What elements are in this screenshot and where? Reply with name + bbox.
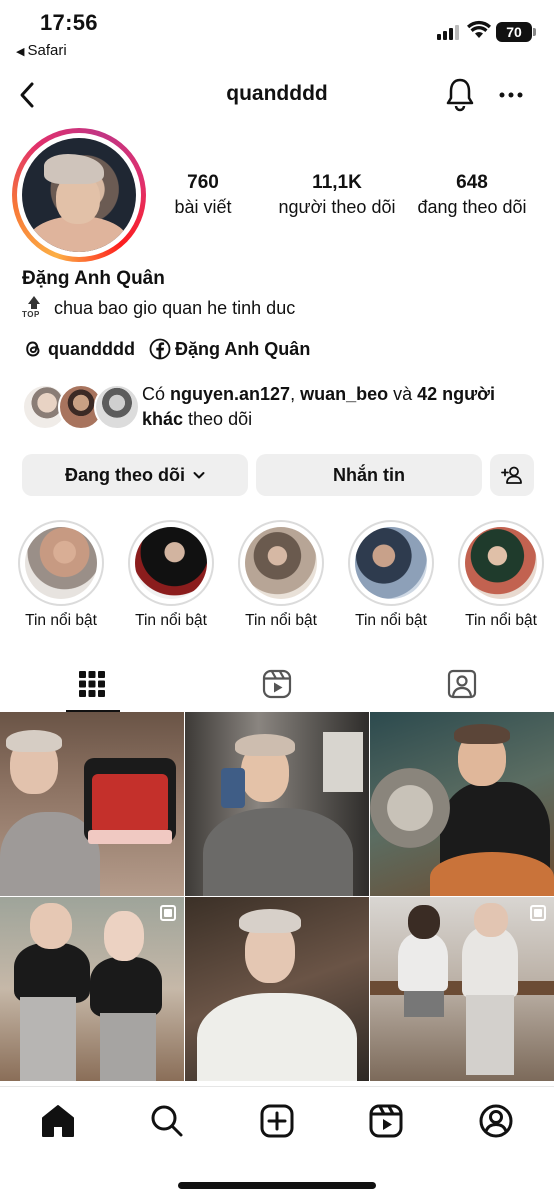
tab-tagged[interactable] (370, 656, 554, 712)
followed-by-text: Có nguyen.an127, wuan_beo và 42 người kh… (142, 384, 495, 429)
story-highlight[interactable]: Tin nổi bật (238, 520, 324, 630)
reels-icon (262, 669, 292, 699)
carousel-icon (530, 905, 546, 921)
top-badge-icon: TOP (22, 296, 46, 320)
followers-count: 11,1K (312, 172, 362, 193)
bio-text: chua bao gio quan he tinh duc (54, 297, 296, 318)
profile-header: quandddd (0, 70, 554, 120)
chevron-down-icon (193, 472, 205, 479)
highlight-label: Tin nổi bật (245, 612, 317, 629)
cellular-signal-icon (437, 24, 459, 40)
reels-icon[interactable] (366, 1101, 406, 1141)
status-time: 17:56 (40, 10, 98, 35)
post-thumbnail[interactable] (185, 712, 369, 896)
story-highlight[interactable]: Tin nổi bật (348, 520, 434, 630)
home-indicator (178, 1182, 376, 1189)
facebook-icon (149, 338, 171, 360)
grid-icon (79, 671, 105, 697)
carousel-icon (160, 905, 176, 921)
post-thumbnail[interactable] (370, 897, 554, 1081)
message-button-label: Nhắn tin (333, 464, 405, 485)
post-thumbnail[interactable] (0, 897, 184, 1081)
highlight-label: Tin nổi bật (135, 612, 207, 629)
search-icon[interactable] (147, 1101, 187, 1141)
more-options-icon[interactable] (496, 80, 526, 110)
suggested-users-button[interactable] (490, 454, 534, 496)
following-count: 648 (456, 172, 488, 193)
post-thumbnail[interactable] (0, 712, 184, 896)
back-to-app-link[interactable]: ◀ Safari (16, 42, 67, 59)
highlight-label: Tin nổi bật (25, 612, 97, 629)
status-bar: 17:56 ◀ Safari 70 (0, 0, 554, 66)
create-icon[interactable] (257, 1101, 297, 1141)
post-thumbnail[interactable] (370, 712, 554, 896)
followed-by[interactable]: Có nguyen.an127, wuan_beo và 42 người kh… (22, 382, 542, 432)
mutual-user-link[interactable]: nguyen.an127 (170, 384, 290, 404)
profile-avatar-story-ring[interactable] (12, 128, 146, 262)
post-thumbnail[interactable] (185, 897, 369, 1081)
story-highlight[interactable]: Tin nổi bật (458, 520, 544, 630)
bell-icon[interactable] (444, 76, 476, 112)
highlight-label: Tin nổi bật (355, 612, 427, 629)
back-app-label: Safari (27, 42, 67, 59)
profile-links: quandddd Đặng Anh Quân (22, 336, 310, 362)
story-highlight[interactable]: Tin nổi bật (128, 520, 214, 630)
following-button-label: Đang theo dõi (65, 464, 185, 485)
threads-icon (26, 341, 40, 357)
threads-link[interactable]: quandddd (48, 339, 135, 360)
stat-following[interactable]: 648 đang theo dõi (410, 172, 534, 218)
stat-posts[interactable]: 760 bài viết (166, 172, 240, 218)
profile-full-name: Đặng Anh Quân (22, 268, 165, 289)
add-person-icon (501, 466, 522, 484)
mutual-user-link[interactable]: wuan_beo (300, 384, 388, 404)
avatar (94, 384, 140, 430)
wifi-icon (467, 20, 491, 38)
highlight-label: Tin nổi bật (465, 612, 537, 629)
followers-label: người theo dõi (278, 197, 396, 217)
following-button[interactable]: Đang theo dõi (22, 454, 248, 496)
tab-reels[interactable] (185, 656, 369, 712)
profile-content-tabs (0, 656, 554, 712)
message-button[interactable]: Nhắn tin (256, 454, 482, 496)
facebook-link[interactable]: Đặng Anh Quân (175, 339, 310, 360)
back-triangle-icon: ◀ (16, 46, 25, 58)
avatar (22, 138, 136, 252)
profile-icon[interactable] (476, 1101, 516, 1141)
stat-followers[interactable]: 11,1K người theo dõi (272, 172, 402, 218)
tab-posts-grid[interactable] (0, 656, 184, 712)
tagged-icon (447, 669, 477, 699)
home-icon[interactable] (38, 1101, 78, 1141)
story-highlight[interactable]: Tin nổi bật (18, 520, 104, 630)
profile-bio: TOP chua bao gio quan he tinh duc (22, 295, 295, 321)
posts-count: 760 (187, 172, 219, 193)
battery-icon: 70 (496, 22, 536, 42)
posts-label: bài viết (174, 197, 232, 217)
following-label: đang theo dõi (417, 197, 527, 217)
